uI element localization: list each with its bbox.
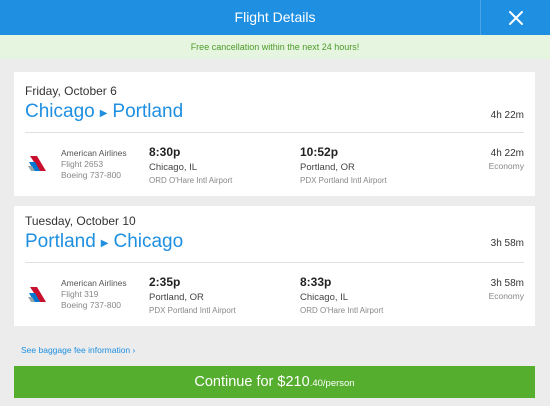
continue-label: Continue for (194, 374, 278, 390)
aircraft-type: Boeing 737-800 (61, 170, 122, 180)
close-button[interactable] (480, 0, 550, 35)
leg-duration: 3h 58m (490, 278, 524, 289)
cancellation-notice: Free cancellation within the next 24 hou… (0, 35, 550, 59)
trip-date: Friday, October 6 (25, 84, 117, 98)
arrival-airport: ORD O'Hare Intl Airport (300, 306, 384, 315)
trip-route: Chicago ▶ Portland (25, 101, 183, 123)
trip-total-duration: 4h 22m (490, 110, 524, 121)
trip-card: Friday, October 6 Chicago ▶ Portland 4h … (14, 72, 535, 196)
departure-airport: ORD O'Hare Intl Airport (149, 176, 233, 185)
airline-info: American Airlines Flight 319 Boeing 737-… (61, 278, 127, 311)
route-arrow-icon: ▶ (99, 107, 108, 119)
departure-city: Chicago, IL (149, 162, 198, 173)
departure-info: 2:35p Portland, OR PDX Portland Intl Air… (149, 276, 236, 317)
departure-info: 8:30p Chicago, IL ORD O'Hare Intl Airpor… (149, 146, 232, 187)
airline-name: American Airlines (61, 278, 127, 288)
leg-duration: 4h 22m (490, 148, 524, 159)
trip-route: Portland ▶ Chicago (25, 231, 183, 253)
divider (25, 262, 524, 263)
origin-city: Chicago (25, 101, 95, 122)
flight-number: Flight 319 (61, 289, 99, 299)
flight-number: Flight 2653 (61, 159, 104, 169)
arrival-city: Portland, OR (300, 162, 355, 173)
arrival-info: 8:33p Chicago, IL ORD O'Hare Intl Airpor… (300, 276, 383, 317)
leg-summary: 4h 22m Economy (489, 148, 524, 172)
departure-time: 2:35p (149, 275, 181, 289)
page-title: Flight Details (234, 9, 316, 25)
close-icon (508, 10, 523, 25)
american-airlines-logo-icon (28, 287, 46, 302)
cabin-class: Economy (488, 161, 524, 171)
destination-city: Chicago (113, 231, 184, 252)
destination-city: Portland (112, 101, 184, 122)
price-amount: $210 (277, 374, 310, 390)
airline-info: American Airlines Flight 2653 Boeing 737… (61, 148, 127, 181)
chevron-right-icon: › (132, 345, 136, 355)
cabin-class: Economy (488, 291, 524, 301)
arrival-time: 10:52p (300, 145, 339, 159)
departure-time: 8:30p (149, 145, 181, 159)
arrival-airport: PDX Portland Intl Airport (300, 176, 387, 185)
departure-city: Portland, OR (149, 292, 204, 303)
header-bar: Flight Details (0, 0, 550, 35)
baggage-fee-link[interactable]: See baggage fee information › (21, 345, 135, 355)
american-airlines-logo-icon (28, 156, 46, 171)
trip-card: Tuesday, October 10 Portland ▶ Chicago 3… (14, 206, 535, 326)
origin-city: Portland (25, 231, 96, 252)
route-arrow-icon: ▶ (100, 237, 109, 249)
baggage-fee-label: See baggage fee information (21, 345, 131, 355)
price-suffix: .40/person (309, 377, 355, 389)
arrival-time: 8:33p (300, 275, 332, 289)
trip-total-duration: 3h 58m (490, 238, 524, 249)
trip-date: Tuesday, October 10 (25, 214, 136, 228)
arrival-info: 10:52p Portland, OR PDX Portland Intl Ai… (300, 146, 387, 187)
leg-summary: 3h 58m Economy (489, 278, 524, 302)
departure-airport: PDX Portland Intl Airport (149, 306, 236, 315)
continue-button[interactable]: Continue for $210 .40/person (14, 366, 535, 398)
divider (25, 132, 524, 133)
airline-name: American Airlines (61, 148, 127, 158)
aircraft-type: Boeing 737-800 (61, 300, 122, 310)
arrival-city: Chicago, IL (300, 292, 349, 303)
